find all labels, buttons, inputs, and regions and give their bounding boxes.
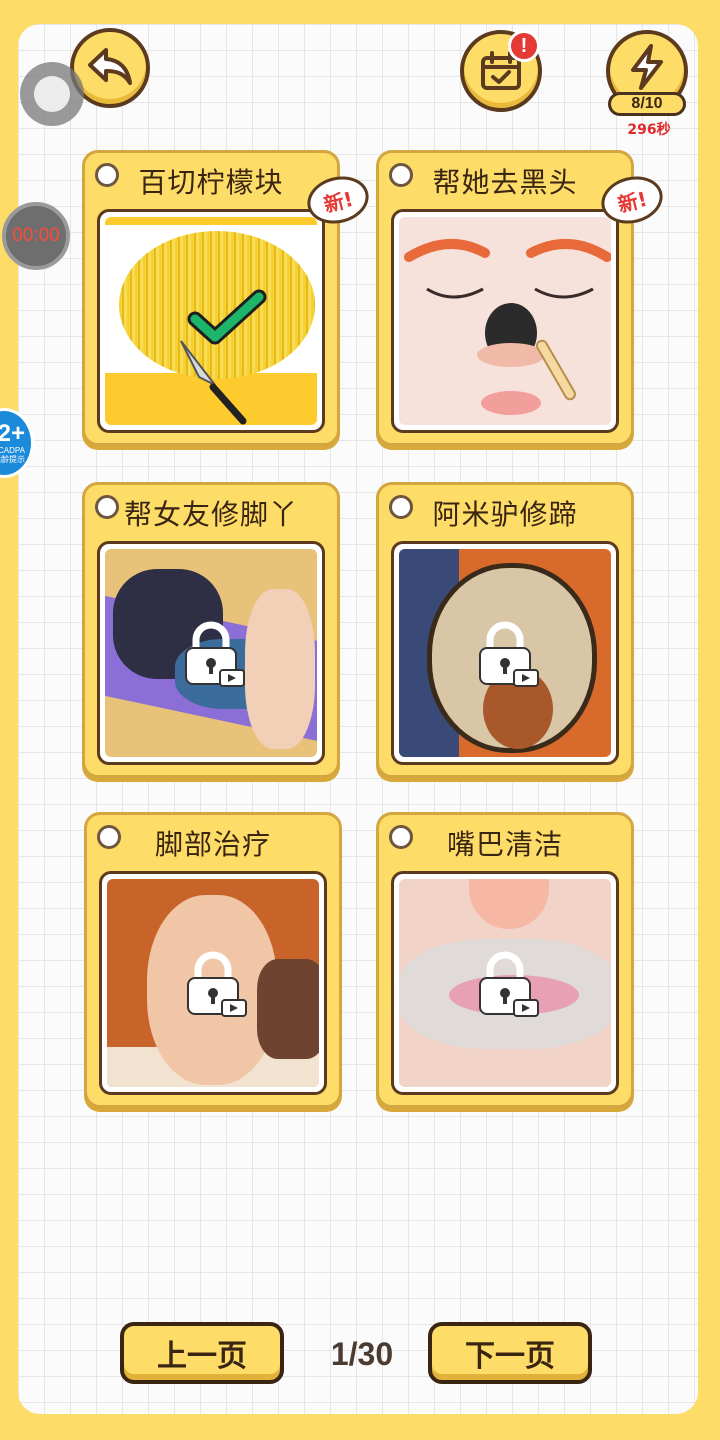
record-timer[interactable]: 00:00 bbox=[2, 202, 70, 270]
hoof-illustration bbox=[399, 549, 611, 757]
page-indicator: 1/30 bbox=[330, 1336, 394, 1372]
age-rating-number: 12+ bbox=[0, 420, 25, 447]
level-card-blackhead[interactable]: 帮她去黑头 新! bbox=[376, 150, 668, 446]
level-title: 帮女友修脚丫 bbox=[123, 498, 298, 531]
age-rating-sub: 适龄提示 bbox=[0, 455, 25, 464]
level-title: 阿米驴修蹄 bbox=[432, 498, 578, 531]
lightning-icon bbox=[631, 44, 663, 90]
lock-icon bbox=[187, 951, 247, 1017]
level-card-foot-care[interactable]: 帮女友修脚丫 bbox=[82, 482, 340, 778]
level-card-lemon[interactable]: 百切柠檬块 新! bbox=[82, 150, 374, 446]
calendar-alert-badge: ! bbox=[508, 30, 540, 62]
level-title: 嘴巴清洁 bbox=[446, 828, 563, 861]
level-thumbnail-frame bbox=[391, 541, 619, 765]
lock-icon bbox=[479, 951, 539, 1017]
prev-page-button[interactable]: 上一页 bbox=[120, 1322, 284, 1384]
level-title: 帮她去黑头 bbox=[432, 166, 578, 199]
level-thumbnail-frame bbox=[97, 209, 325, 433]
level-thumbnail-frame bbox=[99, 871, 327, 1095]
face-illustration bbox=[399, 217, 611, 425]
level-card-mouth-clean[interactable]: 嘴巴清洁 bbox=[376, 812, 634, 1108]
completed-check-icon bbox=[187, 289, 267, 345]
energy-timer: 296秒 bbox=[627, 122, 671, 138]
lock-icon bbox=[185, 621, 245, 687]
level-title: 脚部治疗 bbox=[154, 828, 271, 861]
next-page-button[interactable]: 下一页 bbox=[428, 1322, 592, 1384]
foot-treatment-illustration bbox=[107, 879, 319, 1087]
level-thumbnail-frame bbox=[97, 541, 325, 765]
level-thumbnail-frame bbox=[391, 871, 619, 1095]
lock-icon bbox=[479, 621, 539, 687]
back-arrow-icon bbox=[88, 48, 132, 85]
level-title: 百切柠檬块 bbox=[138, 166, 284, 199]
age-rating-caption: CADPA bbox=[0, 446, 25, 455]
level-card-foot-treatment[interactable]: 脚部治疗 bbox=[84, 812, 342, 1108]
level-card-hoof[interactable]: 阿米驴修蹄 bbox=[376, 482, 634, 778]
lemon-illustration bbox=[105, 217, 317, 425]
level-thumbnail-frame bbox=[391, 209, 619, 433]
record-toggle-knob bbox=[34, 76, 70, 112]
screen-record-toggle[interactable] bbox=[20, 62, 84, 126]
foot-illustration bbox=[105, 549, 317, 757]
mouth-illustration bbox=[399, 879, 611, 1087]
energy-count: 8/10 bbox=[608, 92, 686, 116]
